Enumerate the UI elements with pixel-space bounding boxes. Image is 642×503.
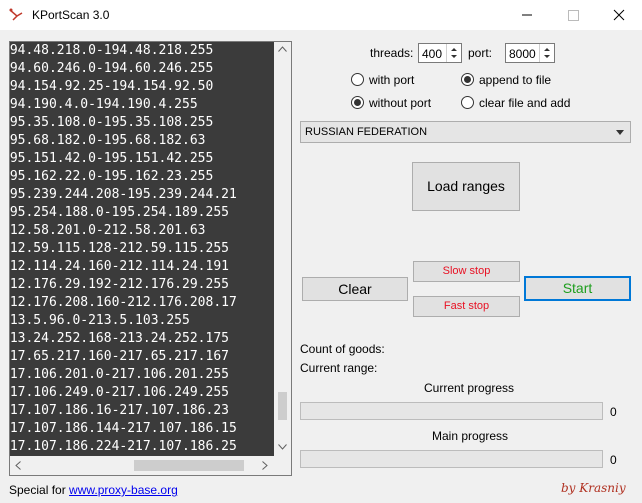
minimize-icon	[522, 14, 532, 16]
special-for-label: Special for	[9, 483, 66, 497]
ranges-textbox[interactable]: 194.48.218.0-194.48.218.255 194.60.246.0-…	[9, 41, 292, 476]
range-line: 195.35.108.0-195.35.108.255	[10, 115, 214, 130]
current-progress-label: Current progress	[424, 381, 515, 395]
port-spinner[interactable]: 8000	[505, 43, 555, 63]
port-value[interactable]: 8000	[509, 47, 536, 61]
country-select[interactable]: RUSSIAN FEDERATION	[300, 121, 631, 143]
range-line: 217.106.249.0-217.106.249.255	[10, 385, 229, 400]
slow-stop-button[interactable]: Slow stop	[413, 261, 520, 282]
horizontal-scrollbar[interactable]	[10, 456, 274, 475]
range-line: 217.107.186.224-217.107.186.25	[10, 439, 237, 454]
range-line: 212.114.24.160-212.114.24.191	[10, 259, 229, 274]
vertical-scroll-thumb[interactable]	[278, 392, 287, 420]
chevron-down-icon	[616, 130, 624, 135]
range-line: 212.59.115.128-212.59.115.255	[10, 241, 229, 256]
current-progress-value: 0	[610, 405, 617, 419]
app-icon	[9, 8, 23, 21]
range-line: 217.65.217.160-217.65.217.167	[10, 349, 229, 364]
spinner-arrows-icon[interactable]	[446, 44, 461, 62]
range-line: 217.107.186.144-217.107.186.15	[10, 421, 237, 436]
range-line: 195.239.244.208-195.239.244.21	[10, 187, 237, 202]
count-of-goods-label: Count of goods:	[300, 342, 385, 356]
minimize-button[interactable]	[504, 0, 550, 30]
current-range-label: Current range:	[300, 361, 378, 375]
horizontal-scroll-thumb[interactable]	[134, 460, 244, 471]
scroll-down-icon[interactable]	[278, 444, 287, 450]
range-line: 195.162.22.0-195.162.23.255	[10, 169, 214, 184]
main-progress-value: 0	[610, 453, 617, 467]
maximize-button[interactable]	[550, 0, 596, 30]
maximize-icon	[568, 10, 579, 21]
proxy-base-link[interactable]: www.proxy-base.org	[69, 483, 178, 497]
scroll-left-icon[interactable]	[15, 461, 21, 470]
scroll-corner	[274, 456, 291, 475]
load-ranges-button[interactable]: Load ranges	[412, 162, 520, 211]
range-line: 194.48.218.0-194.48.218.255	[10, 43, 214, 58]
ranges-text-area[interactable]: 194.48.218.0-194.48.218.255 194.60.246.0-…	[10, 42, 274, 456]
spinner-arrows-icon[interactable]	[539, 44, 554, 62]
append-to-file-radio[interactable]	[461, 73, 474, 86]
with-port-radio[interactable]	[351, 73, 364, 86]
range-line: 217.107.186.16-217.107.186.23	[10, 403, 229, 418]
current-progress-bar	[300, 402, 603, 420]
range-line: 212.176.29.192-212.176.29.255	[10, 277, 229, 292]
window-title: KPortScan 3.0	[32, 8, 110, 22]
range-line: 213.24.252.168-213.24.252.175	[10, 331, 229, 346]
with-port-label[interactable]: with port	[369, 73, 414, 87]
fast-stop-button[interactable]: Fast stop	[413, 296, 520, 317]
main-progress-label: Main progress	[432, 429, 509, 443]
append-to-file-label[interactable]: append to file	[479, 73, 551, 87]
range-line: 195.68.182.0-195.68.182.63	[10, 133, 206, 148]
clear-button[interactable]: Clear	[302, 277, 408, 301]
title-bar: KPortScan 3.0	[0, 0, 642, 30]
scroll-right-icon[interactable]	[262, 461, 268, 470]
country-selected-value: RUSSIAN FEDERATION	[305, 126, 428, 138]
threads-label: threads:	[370, 46, 414, 60]
close-icon	[613, 9, 625, 21]
range-line: 194.154.92.25-194.154.92.50	[10, 79, 214, 94]
range-line: 195.254.188.0-195.254.189.255	[10, 205, 229, 220]
threads-spinner[interactable]: 400	[418, 43, 462, 63]
range-line: 213.5.96.0-213.5.103.255	[10, 313, 190, 328]
range-line: 194.60.246.0-194.60.246.255	[10, 61, 214, 76]
range-line: 212.176.208.160-212.176.208.17	[10, 295, 237, 310]
clear-file-label[interactable]: clear file and add	[479, 96, 570, 110]
threads-value[interactable]: 400	[422, 47, 442, 61]
range-line: 217.106.201.0-217.106.201.255	[10, 367, 229, 382]
main-progress-bar	[300, 450, 603, 468]
without-port-label[interactable]: without port	[369, 96, 431, 110]
scroll-up-icon[interactable]	[278, 46, 287, 52]
range-line: 195.151.42.0-195.151.42.255	[10, 151, 214, 166]
close-button[interactable]	[596, 0, 642, 30]
start-button[interactable]: Start	[524, 276, 631, 301]
without-port-radio[interactable]	[351, 96, 364, 109]
author-signature: by Krasniy	[561, 481, 626, 495]
vertical-scrollbar[interactable]	[274, 42, 291, 456]
range-line: 212.58.201.0-212.58.201.63	[10, 223, 206, 238]
port-label: port:	[468, 46, 493, 60]
clear-file-radio[interactable]	[461, 96, 474, 109]
range-line: 194.190.4.0-194.190.4.255	[10, 97, 198, 112]
footer-text: Special for www.proxy-base.org	[9, 483, 178, 497]
